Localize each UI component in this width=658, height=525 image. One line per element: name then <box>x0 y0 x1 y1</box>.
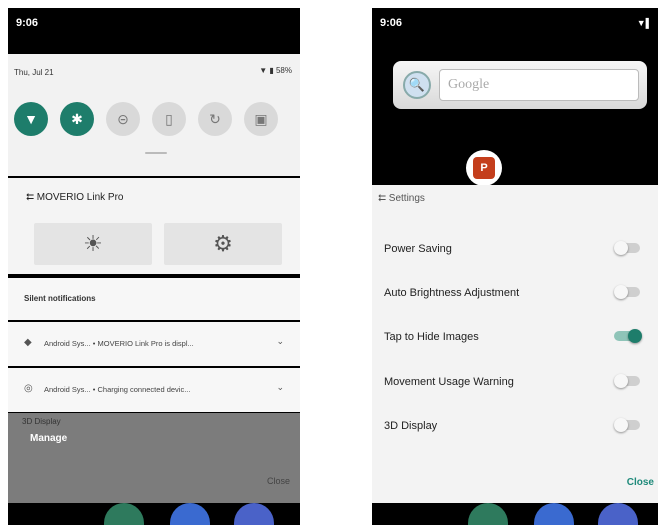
status-time: 9:06 <box>16 17 39 29</box>
dock-app-icon[interactable] <box>170 503 210 525</box>
flashlight-tile[interactable]: ▯ <box>152 102 186 136</box>
quick-tiles: ▼ ✱ ⊝ ▯ ↻ ▣ <box>14 102 278 136</box>
setting-label: Tap to Hide Images <box>384 331 479 343</box>
powerpoint-app-icon[interactable]: P <box>466 150 502 186</box>
drag-handle[interactable] <box>145 152 167 154</box>
settings-title: ⮄ Settings <box>378 193 425 204</box>
setting-tap-to-hide[interactable]: Tap to Hide Images <box>384 328 652 348</box>
bluetooth-icon: ✱ <box>71 110 83 127</box>
dock-app-icon[interactable] <box>468 503 508 525</box>
silent-notifications-header: Silent notifications <box>8 278 300 320</box>
right-phone-screen: 9:06 ▼▌ 🔍 Google P ⮄ Settings Power Savi… <box>372 8 658 525</box>
close-button[interactable]: Close <box>627 477 654 488</box>
notification-item[interactable]: ◎ Android Sys... • Charging connected de… <box>8 368 300 412</box>
android-system-icon: ◆ <box>24 337 32 348</box>
setting-label: Auto Brightness Adjustment <box>384 287 520 299</box>
gear-icon: ⚙ <box>213 231 233 256</box>
moverio-title: ⮄ MOVERIO Link Pro <box>26 192 124 203</box>
qs-date: Thu, Jul 21 <box>14 68 54 77</box>
google-search-input[interactable]: Google <box>439 69 639 101</box>
setting-label: Movement Usage Warning <box>384 376 514 388</box>
setting-3d-display[interactable]: 3D Display <box>384 417 652 437</box>
rotate-icon: ↻ <box>209 110 221 127</box>
tap-to-hide-toggle[interactable] <box>614 329 642 343</box>
brightness-button[interactable]: ☀ <box>34 223 152 265</box>
status-icons: ▼▌ <box>636 18 652 28</box>
google-placeholder: Google <box>448 77 490 92</box>
background-settings-dimmed: 3D Display Manage Close <box>8 413 300 503</box>
manage-button[interactable]: Manage <box>30 433 67 444</box>
notification-item[interactable]: ◆ Android Sys... • MOVERIO Link Pro is d… <box>8 322 300 366</box>
qs-status-icons: ▼ ▮ 58% <box>259 66 292 75</box>
settings-panel: ⮄ Settings Power Saving Auto Brightness … <box>372 185 658 503</box>
flashlight-icon: ▯ <box>165 110 173 127</box>
brightness-icon: ☀ <box>83 231 103 256</box>
dock-app-icon[interactable] <box>598 503 638 525</box>
battery-saver-tile[interactable]: ▣ <box>244 102 278 136</box>
moverio-settings-button[interactable]: ⚙ <box>164 223 282 265</box>
dock-app-icon[interactable] <box>234 503 274 525</box>
dock-app-icon[interactable] <box>104 503 144 525</box>
status-time: 9:06 <box>380 17 403 29</box>
dock-app-icon[interactable] <box>534 503 574 525</box>
dnd-icon: ⊝ <box>117 110 129 127</box>
chevron-down-icon[interactable]: ⌄ <box>276 382 284 393</box>
rotate-tile[interactable]: ↻ <box>198 102 232 136</box>
background-close-button: Close <box>266 476 290 486</box>
battery-saver-icon: ▣ <box>254 110 268 127</box>
3d-display-toggle[interactable] <box>614 418 640 432</box>
setting-label: 3D Display <box>384 420 438 432</box>
wifi-icon: ▼ <box>24 111 38 127</box>
notification-text: Android Sys... • Charging connected devi… <box>44 385 191 394</box>
wifi-tile[interactable]: ▼ <box>14 102 48 136</box>
left-phone-screen: 9:06 Thu, Jul 21 ▼ ▮ 58% ▼ ✱ ⊝ ▯ ↻ ▣ ⮄ M… <box>8 8 300 525</box>
charging-icon: ◎ <box>24 383 33 394</box>
notification-text: Android Sys... • MOVERIO Link Pro is dis… <box>44 339 194 348</box>
movement-warning-toggle[interactable] <box>614 374 640 388</box>
silent-notifications-label: Silent notifications <box>24 294 96 303</box>
setting-movement-warning[interactable]: Movement Usage Warning <box>384 373 652 393</box>
setting-auto-brightness[interactable]: Auto Brightness Adjustment <box>384 284 652 304</box>
chevron-down-icon[interactable]: ⌄ <box>276 336 284 347</box>
quick-settings-panel: Thu, Jul 21 ▼ ▮ 58% ▼ ✱ ⊝ ▯ ↻ ▣ <box>8 54 300 176</box>
setting-label: Power Saving <box>384 243 452 255</box>
moverio-card: ⮄ MOVERIO Link Pro ☀ ⚙ <box>8 178 300 274</box>
dnd-tile[interactable]: ⊝ <box>106 102 140 136</box>
google-search-widget[interactable]: 🔍 Google <box>393 61 647 109</box>
auto-brightness-toggle[interactable] <box>614 285 640 299</box>
power-saving-toggle[interactable] <box>614 241 640 255</box>
search-icon: 🔍 <box>403 71 431 99</box>
setting-power-saving[interactable]: Power Saving <box>384 240 652 260</box>
powerpoint-icon: P <box>473 157 495 179</box>
background-3d-display-label: 3D Display <box>22 417 61 426</box>
bluetooth-tile[interactable]: ✱ <box>60 102 94 136</box>
